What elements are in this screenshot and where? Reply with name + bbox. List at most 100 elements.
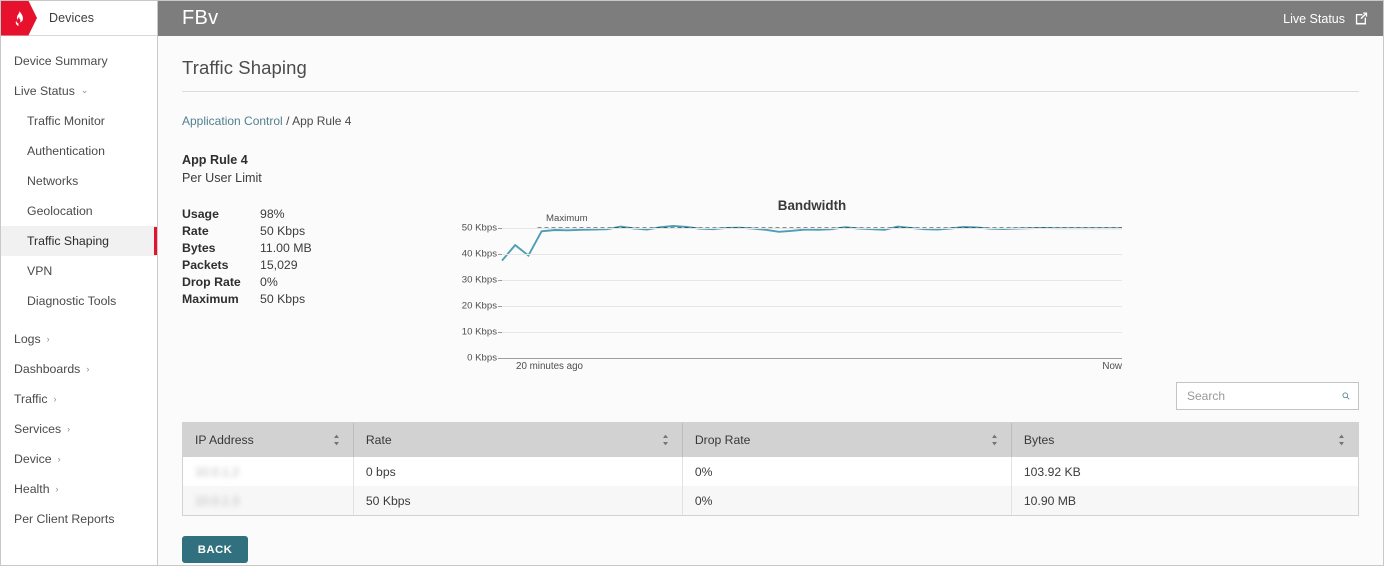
sidebar-item-label: Diagnostic Tools bbox=[27, 294, 117, 308]
sidebar-item-services[interactable]: Services › bbox=[1, 414, 157, 444]
chart-ytick-label: 40 Kbps bbox=[461, 248, 497, 260]
search-input[interactable] bbox=[1187, 389, 1342, 403]
sidebar-item-vpn[interactable]: VPN bbox=[1, 256, 157, 286]
sidebar: Devices Device Summary Live Status ⌄ Traffi… bbox=[1, 0, 158, 565]
stat-key: Usage bbox=[182, 206, 219, 221]
chart-ytick-label: 20 Kbps bbox=[461, 300, 497, 312]
stat-row: Maximum 50 Kbps bbox=[182, 290, 312, 307]
sidebar-item-traffic[interactable]: Traffic › bbox=[1, 384, 157, 414]
stat-value: 15,029 bbox=[260, 257, 298, 272]
flame-icon bbox=[15, 10, 23, 26]
sidebar-item-logs[interactable]: Logs › bbox=[1, 324, 157, 354]
sidebar-item-traffic-shaping[interactable]: Traffic Shaping bbox=[1, 226, 157, 256]
stat-row: Rate 50 Kbps bbox=[182, 222, 312, 239]
chart-ytick-label: 30 Kbps bbox=[461, 274, 497, 286]
table-row[interactable]: 10.0.1.2 0 bps 0% 103.92 KB bbox=[183, 457, 1358, 486]
sort-icon[interactable] bbox=[990, 434, 999, 446]
chart-ytick bbox=[498, 280, 502, 282]
chart-gridline bbox=[502, 306, 1122, 308]
table-header-bytes[interactable]: Bytes bbox=[1011, 423, 1358, 457]
sidebar-item-diagnostic-tools[interactable]: Diagnostic Tools bbox=[1, 286, 157, 316]
sidebar-item-per-client-reports[interactable]: Per Client Reports bbox=[1, 504, 157, 534]
rule-name: App Rule 4 bbox=[182, 153, 248, 167]
chart-gridline bbox=[502, 332, 1122, 334]
chart-ytick bbox=[498, 332, 502, 334]
table-header-label: IP Address bbox=[195, 433, 254, 447]
nav-gap bbox=[1, 316, 157, 324]
table-header-rate[interactable]: Rate bbox=[353, 423, 683, 457]
chevron-right-icon: › bbox=[57, 453, 61, 464]
search-icon[interactable] bbox=[1342, 389, 1350, 403]
chevron-right-icon: › bbox=[86, 363, 90, 374]
sidebar-item-dashboards[interactable]: Dashboards › bbox=[1, 354, 157, 384]
sidebar-item-health[interactable]: Health › bbox=[1, 474, 157, 504]
stat-key: Drop Rate bbox=[182, 274, 241, 289]
sidebar-nav: Device Summary Live Status ⌄ Traffic Monito… bbox=[1, 36, 157, 534]
stat-key: Rate bbox=[182, 223, 209, 238]
clients-table: IP Address Rate Drop Rate Bytes 10.0.1.2 0 b… bbox=[182, 422, 1359, 516]
sidebar-item-traffic-monitor[interactable]: Traffic Monitor bbox=[1, 106, 157, 136]
cell-drop-rate: 0% bbox=[682, 486, 1012, 515]
sort-icon[interactable] bbox=[332, 434, 341, 446]
breadcrumb: Application Control / App Rule 4 bbox=[182, 92, 1359, 128]
table-header-row: IP Address Rate Drop Rate Bytes bbox=[183, 423, 1358, 457]
breadcrumb-link-application-control[interactable]: Application Control bbox=[182, 114, 283, 128]
back-button[interactable]: BACK bbox=[182, 536, 248, 563]
chart-ytick bbox=[498, 254, 502, 256]
sidebar-item-label: Live Status bbox=[14, 84, 75, 98]
table-header-label: Drop Rate bbox=[694, 433, 751, 447]
sidebar-item-label: Logs bbox=[14, 332, 41, 346]
chevron-right-icon: › bbox=[67, 423, 71, 434]
bandwidth-chart: Bandwidth Maximum 50 Kbps 40 Kbps 30 Kbps 2… bbox=[462, 198, 1122, 372]
table-body: 10.0.1.2 0 bps 0% 103.92 KB 10.0.1.3 50 Kbps 0… bbox=[183, 457, 1358, 515]
sidebar-item-label: Geolocation bbox=[27, 204, 93, 218]
chart-ytick-label: 50 Kbps bbox=[461, 222, 497, 234]
sidebar-item-networks[interactable]: Networks bbox=[1, 166, 157, 196]
table-header-label: Bytes bbox=[1023, 433, 1055, 447]
cell-drop-rate: 0% bbox=[682, 457, 1012, 486]
sidebar-item-label: Device bbox=[14, 452, 52, 466]
chart-plot: Maximum 50 Kbps 40 Kbps 30 Kbps 20 Kbps 10 K… bbox=[462, 213, 1122, 364]
app-title: FBv bbox=[182, 7, 219, 29]
sidebar-item-device-summary[interactable]: Device Summary bbox=[1, 46, 157, 76]
chart-title: Bandwidth bbox=[777, 198, 847, 213]
page-title: Traffic Shaping bbox=[182, 36, 1359, 92]
chevron-right-icon: › bbox=[55, 483, 59, 494]
sidebar-item-device[interactable]: Device › bbox=[1, 444, 157, 474]
stat-key: Packets bbox=[182, 257, 229, 272]
breadcrumb-current: App Rule 4 bbox=[292, 114, 352, 128]
brand-bar: Devices bbox=[1, 0, 157, 36]
sidebar-item-geolocation[interactable]: Geolocation bbox=[1, 196, 157, 226]
table-row[interactable]: 10.0.1.3 50 Kbps 0% 10.90 MB bbox=[183, 486, 1358, 515]
table-header-drop-rate[interactable]: Drop Rate bbox=[682, 423, 1012, 457]
top-bar: FBv Live Status bbox=[158, 1, 1383, 36]
sidebar-item-live-status[interactable]: Live Status ⌄ bbox=[1, 76, 157, 106]
summary-and-chart: Usage 98% Rate 50 Kbps Bytes 11.00 MB Packets 1… bbox=[182, 198, 1359, 375]
external-link-icon[interactable] bbox=[1354, 11, 1369, 26]
stat-value: 50 Kbps bbox=[260, 223, 306, 238]
sidebar-item-label: Device Summary bbox=[14, 54, 108, 68]
table-head: IP Address Rate Drop Rate Bytes bbox=[183, 423, 1358, 457]
sidebar-item-authentication[interactable]: Authentication bbox=[1, 136, 157, 166]
chart-ytick-label: 0 Kbps bbox=[467, 352, 497, 364]
chevron-right-icon: › bbox=[53, 393, 57, 404]
chevron-down-icon: ⌄ bbox=[80, 84, 89, 95]
search-box[interactable] bbox=[1176, 382, 1359, 410]
live-status-action[interactable]: Live Status bbox=[1283, 11, 1369, 26]
redacted-ip: 10.0.1.3 bbox=[195, 493, 240, 508]
stat-value: 11.00 MB bbox=[260, 240, 312, 255]
cell-ip-address: 10.0.1.2 bbox=[183, 457, 354, 486]
sidebar-item-label: Networks bbox=[27, 174, 79, 188]
table-header-label: Rate bbox=[365, 433, 392, 447]
chart-ytick bbox=[498, 228, 502, 230]
sort-icon[interactable] bbox=[661, 434, 670, 446]
sort-icon[interactable] bbox=[1337, 434, 1346, 446]
chart-svg bbox=[502, 223, 1122, 358]
clients-table-element: IP Address Rate Drop Rate Bytes 10.0.1.2 0 b… bbox=[183, 423, 1358, 515]
cell-ip-address: 10.0.1.3 bbox=[183, 486, 354, 515]
sidebar-item-label: Dashboards bbox=[14, 362, 81, 376]
chevron-right-icon: › bbox=[46, 333, 50, 344]
rule-subtitle: Per User Limit bbox=[182, 171, 262, 185]
chart-gridline bbox=[502, 228, 1122, 230]
table-header-ip-address[interactable]: IP Address bbox=[183, 423, 354, 457]
